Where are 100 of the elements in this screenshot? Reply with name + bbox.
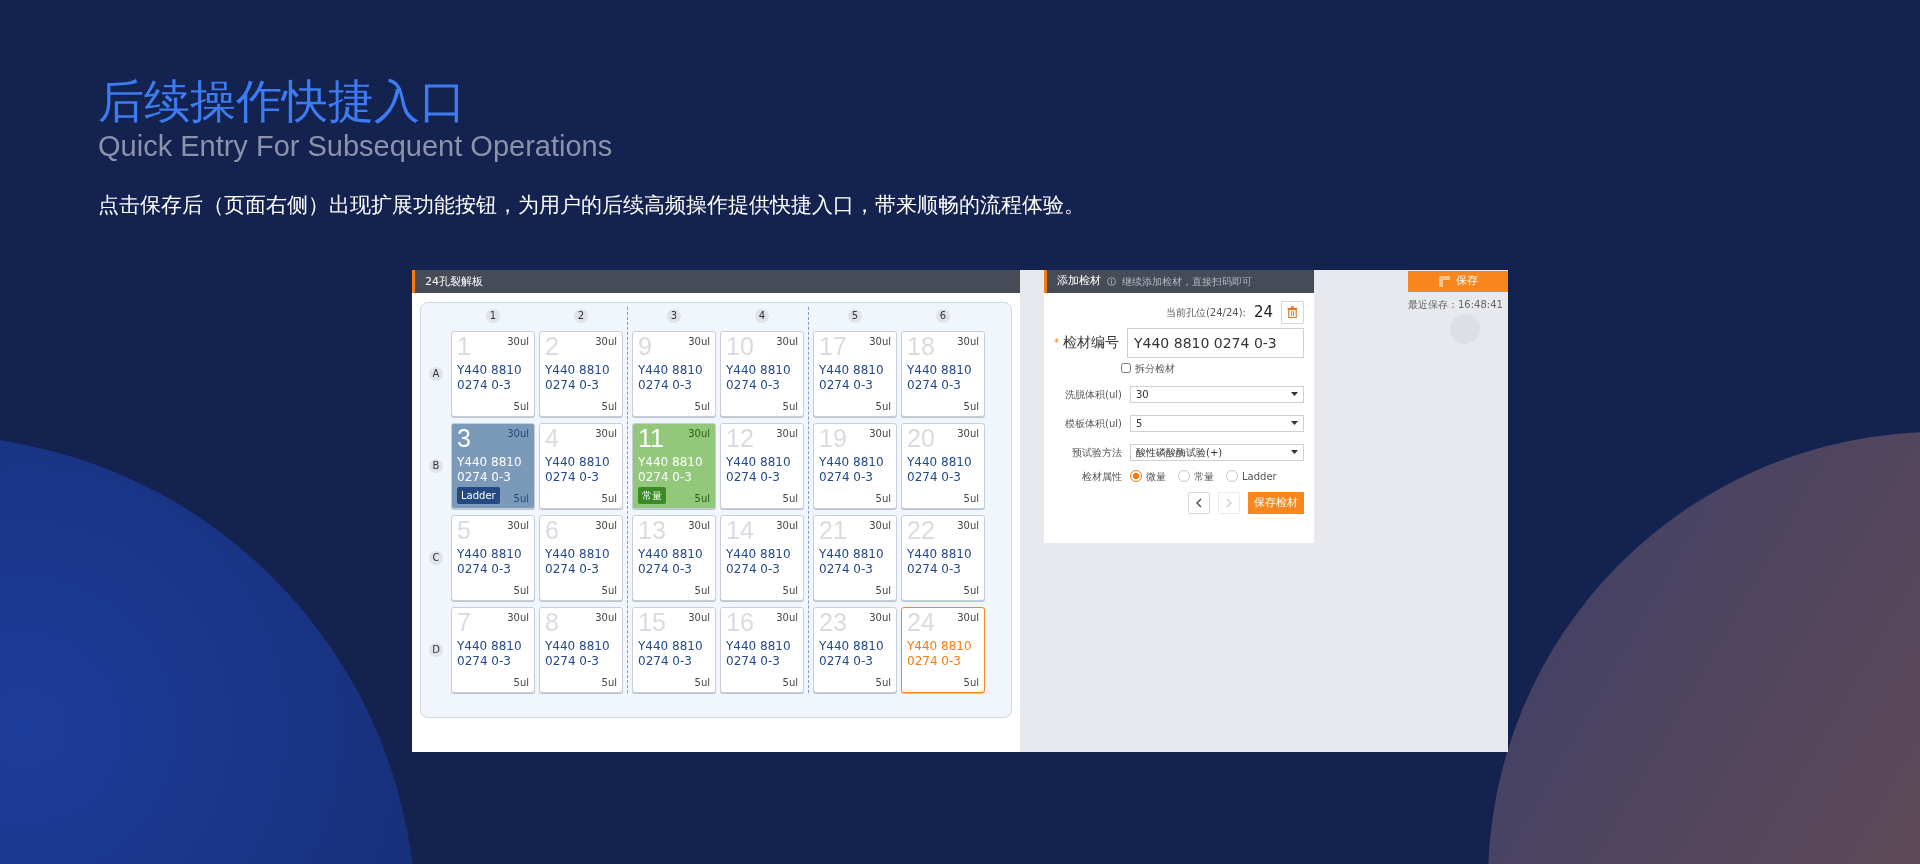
well-card[interactable]: 3 30ul Y440 8810 0274 0-3 Ladder 5ul — [451, 423, 535, 509]
volume-label: 5ul — [694, 400, 710, 414]
radio-option[interactable]: 常量 — [1178, 469, 1214, 484]
volume-label: 5ul — [513, 492, 529, 506]
volume-label: 30ul — [507, 427, 529, 441]
well-card[interactable]: 11 30ul Y440 8810 0274 0-3 常量 5ul — [632, 423, 716, 509]
sample-id: Y440 8810 0274 0-3 — [819, 639, 885, 669]
volume-label: 30ul — [776, 519, 798, 533]
column-number: 5 — [848, 309, 862, 323]
volume-label: 30ul — [595, 611, 617, 625]
checkbox[interactable] — [1121, 363, 1131, 374]
volume-label: 30ul — [688, 519, 710, 533]
sample-input[interactable]: Y440 8810 0274 0-3 — [1127, 328, 1304, 358]
volume-label: 5ul — [963, 400, 979, 414]
previous-button[interactable] — [1188, 492, 1210, 514]
chevron-left-icon — [1196, 498, 1202, 508]
volume-label: 30ul — [869, 519, 891, 533]
info-icon — [1107, 277, 1116, 286]
sample-id: Y440 8810 0274 0-3 — [457, 363, 523, 393]
sample-id: Y440 8810 0274 0-3 — [726, 639, 792, 669]
radio-option[interactable]: 微量 — [1130, 469, 1166, 484]
well-tag: Ladder — [457, 487, 500, 504]
volume-label: 30ul — [507, 611, 529, 625]
sample-id: Y440 8810 0274 0-3 — [819, 455, 885, 485]
caret-icon — [1291, 421, 1298, 426]
select-field[interactable]: 30 — [1130, 386, 1304, 403]
sample-id: Y440 8810 0274 0-3 — [545, 455, 611, 485]
well-tag: 常量 — [638, 487, 666, 504]
position-label: 当前孔位(24/24): — [1165, 306, 1246, 320]
volume-label: 5ul — [875, 584, 891, 598]
volume-label: 30ul — [507, 335, 529, 349]
volume-label: 30ul — [869, 611, 891, 625]
sample-id: Y440 8810 0274 0-3 — [907, 547, 973, 577]
sample-id: Y440 8810 0274 0-3 — [726, 547, 792, 577]
sample-id: Y440 8810 0274 0-3 — [545, 363, 611, 393]
split-checkbox[interactable]: 拆分检材 — [1121, 361, 1304, 376]
volume-label: 30ul — [595, 519, 617, 533]
row-letter: A — [429, 367, 443, 381]
select-field[interactable]: 5 — [1130, 415, 1304, 432]
position-value: 24 — [1253, 302, 1273, 324]
sample-id: Y440 8810 0274 0-3 — [545, 639, 611, 669]
volume-label: 5ul — [875, 400, 891, 414]
caret-icon — [1291, 392, 1298, 397]
sample-id: Y440 8810 0274 0-3 — [638, 455, 704, 485]
hint-text: 继续添加检材，直接扫码即可 — [1122, 275, 1252, 289]
shelf-icon — [1438, 275, 1451, 288]
volume-label: 30ul — [688, 335, 710, 349]
column-number: 1 — [486, 309, 500, 323]
volume-label: 5ul — [513, 584, 529, 598]
volume-label: 5ul — [782, 492, 798, 506]
column-number: 6 — [936, 309, 950, 323]
volume-label: 30ul — [776, 335, 798, 349]
last-saved-time: 最近保存：16:48:41 — [1408, 298, 1503, 312]
column-number: 3 — [667, 309, 681, 323]
field-label: 洗脱体积(ul) — [1064, 388, 1122, 402]
select-field[interactable]: 酸性磷酸酶试验(+) — [1130, 444, 1304, 461]
volume-label: 5ul — [782, 400, 798, 414]
radio-option[interactable]: Ladder — [1226, 469, 1277, 484]
column-number: 4 — [755, 309, 769, 323]
sample-id: Y440 8810 0274 0-3 — [907, 455, 973, 485]
column-number: 2 — [574, 309, 588, 323]
row-letter: D — [429, 643, 443, 657]
volume-label: 5ul — [963, 676, 979, 690]
volume-label: 30ul — [688, 427, 710, 441]
volume-label: 5ul — [782, 584, 798, 598]
volume-label: 30ul — [507, 519, 529, 533]
row-letter: C — [429, 551, 443, 565]
volume-label: 5ul — [694, 492, 710, 506]
volume-label: 5ul — [513, 676, 529, 690]
sample-id: Y440 8810 0274 0-3 — [907, 363, 973, 393]
volume-label: 5ul — [601, 584, 617, 598]
volume-label: 5ul — [875, 492, 891, 506]
volume-label: 5ul — [601, 400, 617, 414]
volume-label: 30ul — [957, 519, 979, 533]
volume-label: 5ul — [601, 676, 617, 690]
well-number: 11 — [638, 426, 664, 451]
sample-id: Y440 8810 0274 0-3 — [907, 639, 973, 669]
field-label: 预试验方法 — [1071, 446, 1122, 460]
volume-label: 5ul — [513, 400, 529, 414]
row-letter: B — [429, 459, 443, 473]
volume-label: 30ul — [595, 427, 617, 441]
required-mark: * — [1054, 336, 1059, 351]
delete-button[interactable] — [1281, 301, 1304, 324]
volume-label: 5ul — [875, 676, 891, 690]
sample-id: Y440 8810 0274 0-3 — [638, 363, 704, 393]
field-label: 模板体积(ul) — [1064, 417, 1122, 431]
volume-label: 30ul — [776, 427, 798, 441]
sample-id: Y440 8810 0274 0-3 — [726, 455, 792, 485]
panel-header: 24孔裂解板 — [412, 270, 1020, 293]
volume-label: 30ul — [957, 335, 979, 349]
volume-label: 5ul — [694, 584, 710, 598]
volume-label: 5ul — [782, 676, 798, 690]
sample-id: Y440 8810 0274 0-3 — [819, 547, 885, 577]
slide-title: 后续操作快捷入口 — [98, 76, 467, 127]
volume-label: 30ul — [957, 427, 979, 441]
slide-subtitle: Quick Entry For Subsequent Operations — [98, 130, 614, 163]
volume-label: 30ul — [595, 335, 617, 349]
panel-title: 添加检材 — [1057, 273, 1101, 290]
volume-label: 5ul — [963, 492, 979, 506]
volume-label: 30ul — [869, 427, 891, 441]
